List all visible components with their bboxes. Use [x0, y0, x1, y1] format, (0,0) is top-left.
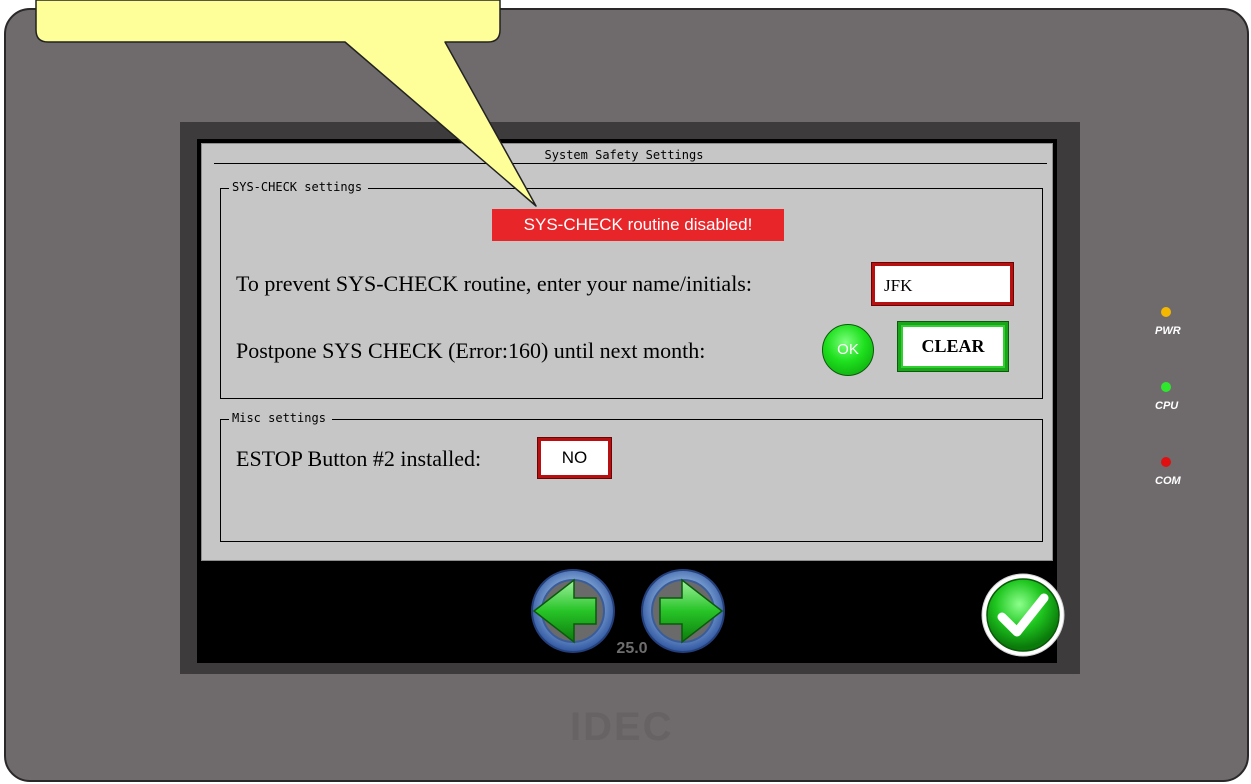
- postpone-prompt-label: Postpone SYS CHECK (Error:160) until nex…: [236, 338, 706, 363]
- misc-group: [220, 419, 1043, 542]
- title-divider: [214, 163, 1047, 164]
- page-number: 25.0: [616, 640, 648, 657]
- misc-group-legend: Misc settings: [229, 411, 332, 425]
- com-indicator-led: [1161, 457, 1171, 467]
- prev-page-button[interactable]: [530, 568, 616, 654]
- confirm-button[interactable]: [980, 572, 1066, 658]
- screen-title: System Safety Settings: [544, 148, 704, 162]
- com-indicator-label: COM: [1155, 475, 1181, 487]
- postpone-ok-button[interactable]: OK: [822, 324, 874, 376]
- next-page-button[interactable]: [640, 568, 726, 654]
- syscheck-disabled-alarm: SYS-CHECK routine disabled!: [492, 209, 784, 241]
- bezel-brand-logo: IDEC: [570, 705, 674, 749]
- pwr-indicator-led: [1161, 307, 1171, 317]
- estop-toggle-button[interactable]: NO: [538, 438, 611, 478]
- name-prompt-label: To prevent SYS-CHECK routine, enter your…: [236, 271, 752, 296]
- pwr-indicator-label: PWR: [1155, 325, 1181, 337]
- estop-prompt-label: ESTOP Button #2 installed:: [236, 446, 482, 471]
- name-initials-value: JFK: [884, 276, 913, 295]
- cpu-indicator-led: [1161, 382, 1171, 392]
- syscheck-group-legend: SYS-CHECK settings: [229, 180, 369, 194]
- clear-button[interactable]: CLEAR: [898, 322, 1008, 371]
- cpu-indicator-label: CPU: [1155, 400, 1179, 412]
- name-initials-input[interactable]: JFK: [872, 263, 1013, 305]
